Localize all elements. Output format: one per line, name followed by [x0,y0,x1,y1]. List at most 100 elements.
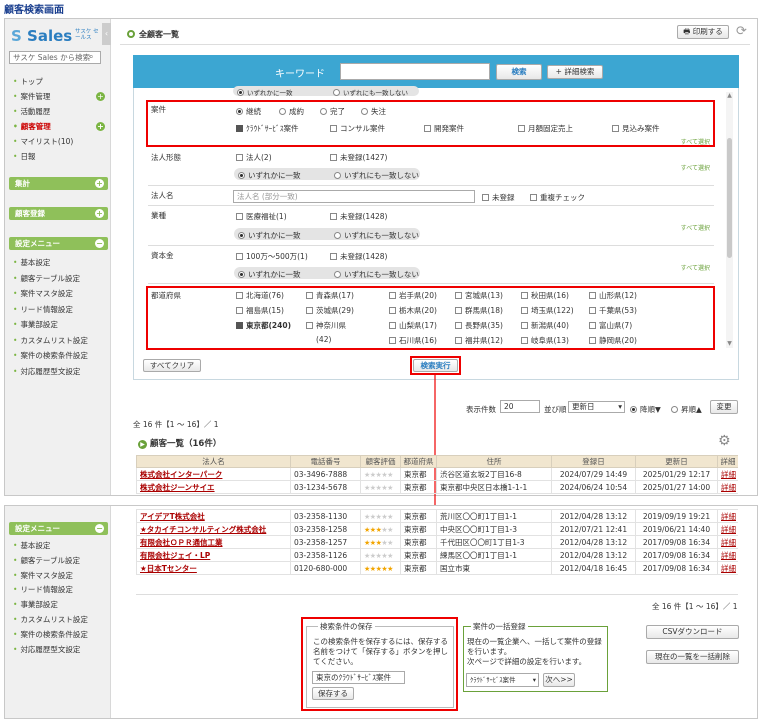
per-page-input[interactable]: 20 [500,400,540,413]
sidebar-item-activity[interactable]: 活動履歴 [5,104,111,119]
column-header[interactable]: 電話番号 [290,455,361,468]
check-hojin-unreg[interactable]: 未登録(1427) [330,152,387,163]
settings-item[interactable]: 案件マスタ設定 [5,569,111,584]
column-header[interactable]: 登録日 [551,455,636,468]
plus-icon[interactable]: + [96,122,105,131]
change-button[interactable]: 変更 [710,400,738,414]
scroll-down-icon[interactable]: ▼ [726,340,733,347]
settings-item[interactable]: カスタムリスト設定 [5,613,111,628]
search-icon[interactable]: ⌕ [89,52,93,62]
section-settings[interactable]: 設定メニュー − [9,522,108,535]
sidebar-item-top[interactable]: トップ [5,74,111,89]
save-name-input[interactable]: 東京のｸﾗｳﾄﾞｻｰﾋﾞｽ案件 [312,671,405,684]
settings-item[interactable]: リード情報設定 [5,583,111,598]
settings-item[interactable]: 対応履歴型文設定 [5,643,111,658]
table-row[interactable]: 株式会社インターパーク 03-3496-7888 ★★★★★ 東京都 渋谷区道玄坂2丁目… [136,467,738,481]
column-header[interactable]: 顧客評価 [360,455,401,468]
keyword-input[interactable] [340,63,490,80]
check-hojin[interactable]: 法人(2) [236,152,272,163]
settings-item[interactable]: 基本設定 [5,255,111,271]
table-row[interactable]: 有限会社ジェイ・LP 03-2358-1126 ★★★★★ 東京都 練馬区〇〇町1丁目1… [136,548,738,562]
settings-item[interactable]: 案件の検索条件設定 [5,348,111,364]
cell-name[interactable]: 有限会社ＯＰＲ通信工業 [136,535,291,549]
clear-all-button[interactable]: すべてクリア [143,359,201,372]
check-capital-unreg[interactable]: 未登録(1428) [330,251,387,262]
cell-name[interactable]: 株式会社ジーンサイエ [136,480,291,494]
match-any-option[interactable]: いずれかに一致 [237,87,293,97]
csv-download-button[interactable]: CSVダウンロード [646,625,739,639]
sidebar-item-mylist[interactable]: マイリスト(10) [5,134,111,149]
column-header[interactable]: 法人名 [136,455,291,468]
cell-det[interactable]: 詳細 [717,509,738,523]
match-any-option[interactable]: いずれかに一致 [238,230,301,241]
gear-icon[interactable]: ⚙ [718,433,731,449]
cell-det[interactable]: 詳細 [717,561,738,575]
settings-item[interactable]: 基本設定 [5,539,111,554]
table-row[interactable]: 株式会社ジーンサイエ 03-1234-5678 ★★★★★ 東京都 東京都中央区日本橋1… [136,480,738,494]
plus-icon[interactable]: + [96,92,105,101]
match-none-option[interactable]: いずれにも一致しない [334,170,419,181]
logo[interactable]: S Sales [11,27,72,45]
column-header[interactable]: 都道府県 [400,455,437,468]
next-button[interactable]: 次へ>> [543,673,575,687]
table-row[interactable]: ★日本Tセンター 0120-680-000 ★★★★★ 東京都 国立市東 2012/04/… [136,561,738,575]
cell-det[interactable]: 詳細 [717,467,738,481]
table-row[interactable]: ★タカイチコンサルティング株式会社 03-2358-1258 ★★★★★ 東京都 中央区… [136,522,738,536]
sort-desc-radio[interactable]: 降順▼ [630,404,661,415]
scroll-thumb[interactable] [727,138,732,258]
match-none-option[interactable]: いずれにも一致しない [334,230,419,241]
conditions-scrollbar[interactable]: ▲ ▼ [726,92,733,348]
column-header[interactable]: 更新日 [635,455,718,468]
sidebar-item-anken[interactable]: 案件管理+ [5,89,111,104]
cell-det[interactable]: 詳細 [717,522,738,536]
cell-det[interactable]: 詳細 [717,480,738,494]
settings-item[interactable]: リード情報設定 [5,302,111,318]
check-capital[interactable]: 100万〜500万(1) [236,251,308,262]
cell-name[interactable]: 株式会社インターパーク [136,467,291,481]
select-all-link[interactable]: すべて選択 [681,263,710,272]
cell-name[interactable]: ★タカイチコンサルティング株式会社 [136,522,291,536]
select-all-link[interactable]: すべて選択 [681,163,710,172]
sidebar-item-daily-report[interactable]: 日報 [5,149,111,164]
sort-select[interactable]: 更新日 ▾ [568,401,625,413]
cell-det[interactable]: 詳細 [717,535,738,549]
detail-search-button[interactable]: + 詳細検索 [547,65,603,79]
select-all-link[interactable]: すべて選択 [681,223,710,232]
column-header[interactable]: 住所 [436,455,552,468]
match-any-option[interactable]: いずれかに一致 [238,269,301,280]
column-header[interactable]: 詳細 [717,455,738,468]
sort-asc-radio[interactable]: 昇順▲ [671,404,702,415]
settings-item[interactable]: 顧客テーブル設定 [5,554,111,569]
section-summary[interactable]: 集計 + [9,177,108,190]
scroll-up-icon[interactable]: ▲ [726,92,733,99]
settings-item[interactable]: 事業部設定 [5,598,111,613]
match-none-option[interactable]: いずれにも一致しない [333,87,408,97]
settings-item[interactable]: 対応履歴型文設定 [5,364,111,380]
cell-det[interactable]: 詳細 [717,548,738,562]
match-any-option[interactable]: いずれかに一致 [238,170,301,181]
check-iryo[interactable]: 医療福祉(1) [236,211,287,222]
save-button[interactable]: 保存する [312,687,354,700]
hojin-name-input[interactable]: 法人名 (部分一致) [233,190,475,203]
bulk-delete-button[interactable]: 現在の一覧を一括削除 [646,650,739,664]
print-button[interactable]: 🖶 印刷する [677,25,729,39]
collapse-sidebar-button[interactable]: ‹ [102,23,111,45]
cell-name[interactable]: ★日本Tセンター [136,561,291,575]
settings-item[interactable]: カスタムリスト設定 [5,333,111,349]
settings-item[interactable]: 案件マスタ設定 [5,286,111,302]
section-settings[interactable]: 設定メニュー − [9,237,108,250]
cell-name[interactable]: 有限会社ジェイ・LP [136,548,291,562]
cell-name[interactable]: アイデアT株式会社 [136,509,291,523]
match-none-option[interactable]: いずれにも一致しない [334,269,419,280]
keyword-search-button[interactable]: 検索 [496,64,542,80]
check-duplicate[interactable]: 重複チェック [530,192,585,203]
settings-item[interactable]: 事業部設定 [5,317,111,333]
refresh-icon[interactable]: ⟳ [736,24,747,39]
check-gyoshu-unreg[interactable]: 未登録(1428) [330,211,387,222]
search-exec-button[interactable]: 検索実行 [413,359,458,372]
table-row[interactable]: アイデアT株式会社 03-2358-1130 ★★★★★ 東京都 荒川区〇〇町1丁目1-… [136,509,738,523]
check-name-unreg[interactable]: 未登録 [482,192,515,203]
settings-item[interactable]: 案件の検索条件設定 [5,628,111,643]
sidebar-search-input[interactable]: サスケ Sales から検索 [9,51,101,64]
table-row[interactable]: 有限会社ＯＰＲ通信工業 03-2358-1257 ★★★★★ 東京都 千代田区〇〇町1丁… [136,535,738,549]
